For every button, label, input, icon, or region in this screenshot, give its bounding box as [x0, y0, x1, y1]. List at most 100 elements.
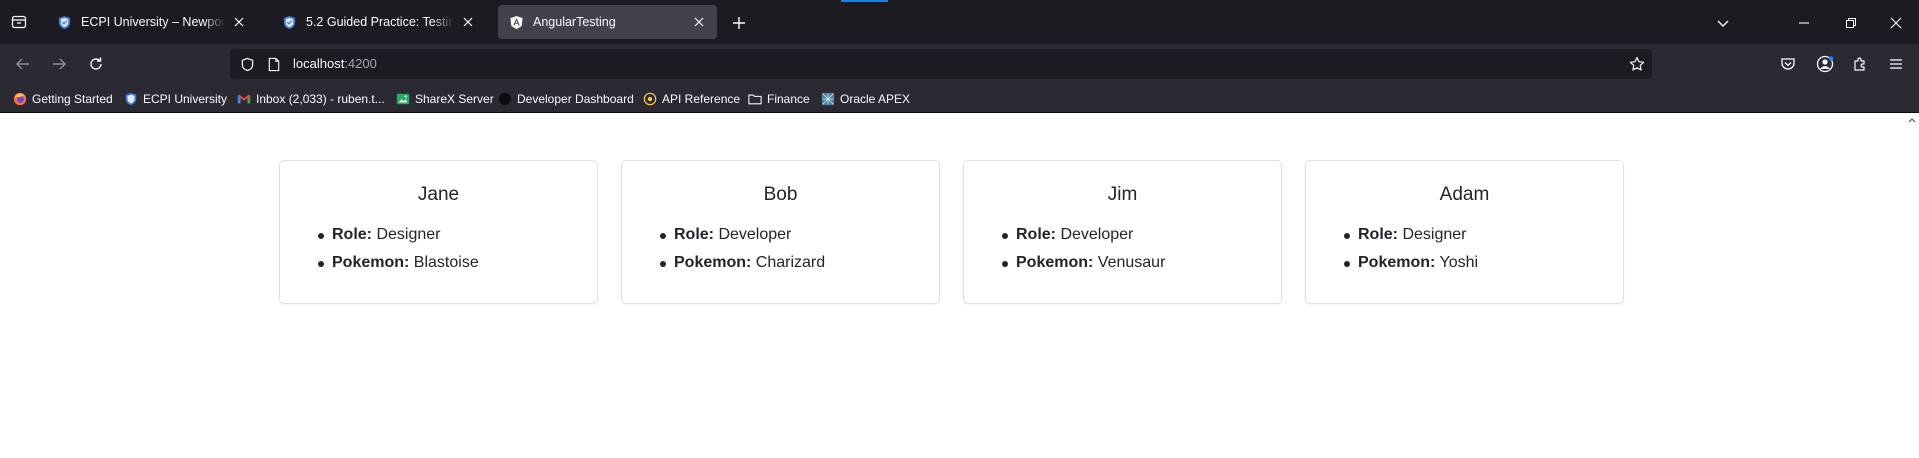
url-port: :4200 [344, 56, 377, 71]
role-value: Developer [1060, 226, 1134, 243]
tab-angular-testing[interactable]: AngularTesting [498, 5, 717, 39]
reload-icon [90, 57, 102, 70]
close-icon [1890, 17, 1902, 29]
ecpi-shield-icon [123, 91, 138, 106]
role-value: Designer [1402, 226, 1467, 243]
bookmark-label: API Reference [662, 91, 741, 106]
account-button[interactable] [1811, 50, 1839, 78]
tab-label: AngularTesting [533, 15, 616, 29]
developer-icon [497, 91, 512, 106]
list-item: Role: Developer [659, 221, 825, 249]
bookmark-label: Oracle APEX [840, 91, 911, 106]
tab-label: 5.2 Guided Practice: Testing Dumb Compon… [306, 15, 454, 29]
minimize-button[interactable] [1793, 12, 1815, 34]
back-button[interactable] [9, 50, 37, 78]
pocket-icon [1781, 58, 1795, 70]
firefox-view-button[interactable] [5, 8, 33, 36]
page-info-icon[interactable] [266, 56, 282, 72]
bookmark-getting-started[interactable]: Getting Started [12, 89, 113, 108]
reload-button[interactable] [82, 50, 110, 78]
list-item: Pokemon: Yoshi [1343, 249, 1478, 277]
pokemon-label: Pokemon: [332, 254, 410, 271]
arrow-right-icon [53, 58, 66, 70]
list-item: Role: Designer [1343, 221, 1478, 249]
bookmark-label: Developer Dashboard [517, 91, 634, 106]
plus-icon [733, 17, 745, 29]
card-details-list: Role: Developer Pokemon: Charizard [659, 221, 826, 277]
bookmark-star-icon[interactable] [1629, 56, 1645, 72]
pokemon-value: Venusaur [1097, 254, 1166, 271]
bookmark-api-reference[interactable]: API Reference [642, 89, 740, 108]
list-all-tabs-button[interactable] [1712, 12, 1734, 34]
restore-button[interactable] [1840, 12, 1862, 34]
person-card: Jim Role: Developer Pokemon: Venusaur [963, 160, 1282, 304]
tab-indicator [841, 0, 888, 2]
bookmarks-toolbar: Getting Started ECPI University Inbox (2… [0, 84, 1919, 113]
list-item: Pokemon: Charizard [659, 249, 826, 277]
forward-button[interactable] [45, 50, 73, 78]
pokemon-value: Charizard [755, 254, 826, 271]
tracking-protection-icon[interactable] [239, 56, 255, 72]
role-value: Designer [376, 226, 441, 243]
person-card: Adam Role: Designer Pokemon: Yoshi [1305, 160, 1624, 304]
navigation-toolbar: localhost:4200 [0, 44, 1919, 84]
close-tab-icon[interactable] [460, 14, 476, 30]
bookmark-sharex-server[interactable]: ShareX Server [395, 89, 494, 108]
puzzle-icon [1854, 57, 1865, 71]
pokemon-label: Pokemon: [1358, 254, 1436, 271]
folder-icon [747, 91, 762, 106]
bookmark-developer-dashboard[interactable]: Developer Dashboard [497, 89, 634, 108]
account-icon [1816, 55, 1834, 73]
close-window-button[interactable] [1885, 12, 1907, 34]
card-title: Bob [763, 184, 798, 205]
extensions-button[interactable] [1846, 50, 1874, 78]
tab-strip: ECPI University – Newport News 5.2 Guide… [0, 0, 1919, 44]
minimize-icon [1799, 22, 1809, 24]
close-tab-icon[interactable] [691, 14, 707, 30]
restore-icon [1846, 18, 1856, 28]
list-item: Pokemon: Venusaur [1001, 249, 1166, 277]
tab-ecpi-newport[interactable]: ECPI University – Newport News [46, 5, 257, 39]
card-title: Jim [1107, 184, 1138, 205]
card-details-list: Role: Designer Pokemon: Blastoise [318, 221, 479, 277]
role-label: Role: [1358, 226, 1398, 243]
pocket-button[interactable] [1774, 50, 1802, 78]
pokemon-label: Pokemon: [674, 254, 752, 271]
vertical-scrollbar[interactable] [1905, 113, 1919, 458]
address-bar[interactable]: localhost:4200 [230, 49, 1652, 79]
new-tab-button[interactable] [728, 12, 750, 34]
card-title: Jane [417, 184, 460, 205]
scroll-up-arrow-icon[interactable] [1908, 116, 1916, 124]
app-menu-button[interactable] [1882, 50, 1910, 78]
list-item: Role: Developer [1001, 221, 1165, 249]
firefox-view-icon [11, 15, 27, 29]
ecpi-shield-icon [282, 15, 297, 30]
arrow-left-icon [16, 58, 29, 70]
bookmark-ecpi-university[interactable]: ECPI University [123, 89, 227, 108]
list-item: Pokemon: Blastoise [318, 249, 479, 277]
bookmark-finance-folder[interactable]: Finance [747, 89, 810, 108]
ecpi-shield-icon [57, 15, 72, 30]
pokemon-value: Blastoise [413, 254, 479, 271]
close-tab-icon[interactable] [231, 14, 247, 30]
chevron-down-icon [1717, 20, 1729, 27]
oracle-apex-icon [820, 91, 835, 106]
card-details-list: Role: Developer Pokemon: Venusaur [1001, 221, 1166, 277]
bookmark-oracle-apex[interactable]: Oracle APEX [820, 89, 910, 108]
bookmark-inbox[interactable]: Inbox (2,033) - ruben.t... [236, 89, 385, 108]
role-value: Developer [718, 226, 792, 243]
firefox-icon [12, 91, 27, 106]
url-text: localhost:4200 [293, 56, 377, 71]
list-item: Role: Designer [318, 221, 479, 249]
role-label: Role: [332, 226, 372, 243]
card-details-list: Role: Designer Pokemon: Yoshi [1343, 221, 1478, 277]
card-title: Adam [1439, 184, 1490, 205]
page-content: Jane Role: Designer Pokemon: Blastoise B… [0, 113, 1905, 458]
angular-icon [509, 15, 524, 30]
sharex-icon [395, 91, 410, 106]
tab-guided-practice[interactable]: 5.2 Guided Practice: Testing Dumb Compon… [271, 5, 486, 39]
bookmark-label: ECPI University [143, 91, 228, 106]
hamburger-menu-icon [1890, 59, 1902, 69]
bookmark-label: ShareX Server [415, 91, 494, 106]
tab-label: ECPI University – Newport News [81, 15, 225, 29]
